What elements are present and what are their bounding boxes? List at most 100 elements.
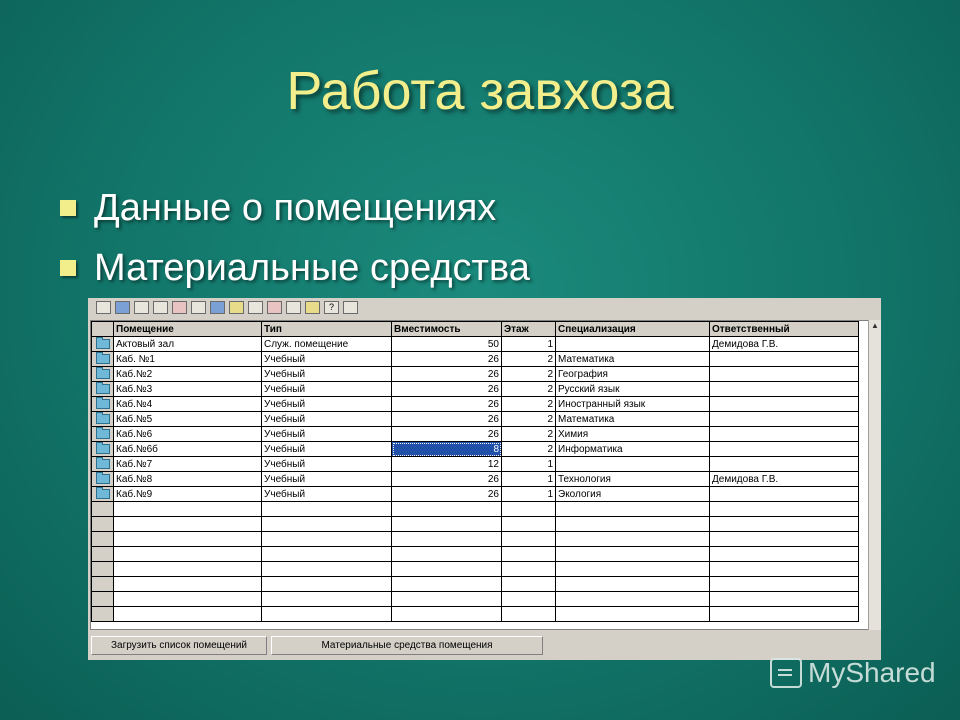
table-cell[interactable]: 1: [501, 471, 556, 487]
table-cell[interactable]: Химия: [555, 426, 710, 442]
table-cell[interactable]: 26: [391, 471, 502, 487]
table-cell[interactable]: Каб.№4: [113, 396, 262, 412]
table-cell[interactable]: [261, 501, 392, 517]
table-cell[interactable]: Каб.№6: [113, 426, 262, 442]
row-indicator[interactable]: [91, 441, 114, 457]
table-cell[interactable]: [501, 606, 556, 622]
table-cell[interactable]: Учебный: [261, 381, 392, 397]
edit-icon[interactable]: [134, 301, 149, 314]
help-icon[interactable]: ?: [324, 301, 339, 314]
row-indicator[interactable]: [91, 561, 114, 577]
table-cell[interactable]: [391, 576, 502, 592]
table-cell[interactable]: Иностранный язык: [555, 396, 710, 412]
table-cell[interactable]: Учебный: [261, 366, 392, 382]
scroll-up-icon[interactable]: ▲: [869, 320, 881, 332]
save-icon[interactable]: [115, 301, 130, 314]
column-header[interactable]: Вместимость: [391, 321, 502, 337]
column-header[interactable]: Помещение: [113, 321, 262, 337]
table-cell[interactable]: [391, 561, 502, 577]
table-cell[interactable]: [709, 486, 859, 502]
row-indicator[interactable]: [91, 381, 114, 397]
row-indicator[interactable]: [91, 531, 114, 547]
table-cell[interactable]: Учебный: [261, 471, 392, 487]
table-cell[interactable]: [113, 606, 262, 622]
column-header[interactable]: Специализация: [555, 321, 710, 337]
lock-icon[interactable]: [248, 301, 263, 314]
table-cell[interactable]: [113, 591, 262, 607]
table-cell[interactable]: Учебный: [261, 396, 392, 412]
move-icon[interactable]: [210, 301, 225, 314]
table-cell[interactable]: География: [555, 366, 710, 382]
row-indicator[interactable]: [91, 411, 114, 427]
table-cell[interactable]: 8: [391, 441, 502, 457]
table-cell[interactable]: [261, 516, 392, 532]
table-cell[interactable]: [709, 516, 859, 532]
table-cell[interactable]: [709, 396, 859, 412]
table-cell[interactable]: 26: [391, 486, 502, 502]
table-cell[interactable]: Информатика: [555, 441, 710, 457]
table-cell[interactable]: 26: [391, 381, 502, 397]
table-row[interactable]: Каб.№4 Учебный 26 2 Иностранный язык: [91, 396, 859, 412]
row-indicator[interactable]: [91, 396, 114, 412]
table-cell[interactable]: [709, 441, 859, 457]
table-cell[interactable]: [501, 546, 556, 562]
print-icon[interactable]: [153, 301, 168, 314]
column-header[interactable]: Ответственный: [709, 321, 859, 337]
empty-table-row[interactable]: [91, 501, 859, 517]
table-cell[interactable]: [709, 546, 859, 562]
table-cell[interactable]: [555, 591, 710, 607]
table-cell[interactable]: [113, 546, 262, 562]
table-cell[interactable]: [709, 351, 859, 367]
table-cell[interactable]: Учебный: [261, 351, 392, 367]
table-cell[interactable]: 1: [501, 336, 556, 352]
table-row[interactable]: Каб. №1 Учебный 26 2 Математика: [91, 351, 859, 367]
table-cell[interactable]: [709, 411, 859, 427]
table-cell[interactable]: [261, 546, 392, 562]
table-row[interactable]: Каб.№6 Учебный 26 2 Химия: [91, 426, 859, 442]
table-row[interactable]: Каб.№8 Учебный 26 1 Технология Демидова Г.В.: [91, 471, 859, 487]
row-indicator[interactable]: [91, 471, 114, 487]
table-cell[interactable]: [261, 606, 392, 622]
table-cell[interactable]: 2: [501, 366, 556, 382]
table-cell[interactable]: Учебный: [261, 411, 392, 427]
row-indicator[interactable]: [91, 501, 114, 517]
table-cell[interactable]: 2: [501, 426, 556, 442]
table-cell[interactable]: 2: [501, 411, 556, 427]
table-cell[interactable]: Актовый зал: [113, 336, 262, 352]
table-cell[interactable]: [391, 546, 502, 562]
table-cell[interactable]: [113, 531, 262, 547]
table-cell[interactable]: [113, 561, 262, 577]
table-cell[interactable]: Каб.№7: [113, 456, 262, 472]
empty-table-row[interactable]: [91, 606, 859, 622]
table-cell[interactable]: Учебный: [261, 426, 392, 442]
table-cell[interactable]: [709, 531, 859, 547]
table-cell[interactable]: Технология: [555, 471, 710, 487]
table-cell[interactable]: Математика: [555, 351, 710, 367]
table-row[interactable]: Актовый зал Служ. помещение 50 1 Демидова Г.…: [91, 336, 859, 352]
table-cell[interactable]: [555, 561, 710, 577]
table-cell[interactable]: Каб.№5: [113, 411, 262, 427]
table-cell[interactable]: [391, 591, 502, 607]
table-cell[interactable]: [555, 501, 710, 517]
table-cell[interactable]: [261, 591, 392, 607]
table-cell[interactable]: 2: [501, 396, 556, 412]
table-cell[interactable]: 1: [501, 456, 556, 472]
table-cell[interactable]: [555, 576, 710, 592]
table-cell[interactable]: Экология: [555, 486, 710, 502]
row-indicator[interactable]: [91, 486, 114, 502]
new-record-icon[interactable]: [96, 301, 111, 314]
table-cell[interactable]: [391, 501, 502, 517]
table-cell[interactable]: Каб.№9: [113, 486, 262, 502]
table-cell[interactable]: Каб.№2: [113, 366, 262, 382]
table-cell[interactable]: [709, 456, 859, 472]
table-cell[interactable]: Каб.№6б: [113, 441, 262, 457]
table-cell[interactable]: [113, 516, 262, 532]
table-cell[interactable]: Учебный: [261, 486, 392, 502]
empty-table-row[interactable]: [91, 546, 859, 562]
table-cell[interactable]: [555, 456, 710, 472]
row-indicator[interactable]: [91, 606, 114, 622]
table-cell[interactable]: 50: [391, 336, 502, 352]
table-cell[interactable]: 26: [391, 411, 502, 427]
table-cell[interactable]: [113, 576, 262, 592]
table-cell[interactable]: Учебный: [261, 441, 392, 457]
